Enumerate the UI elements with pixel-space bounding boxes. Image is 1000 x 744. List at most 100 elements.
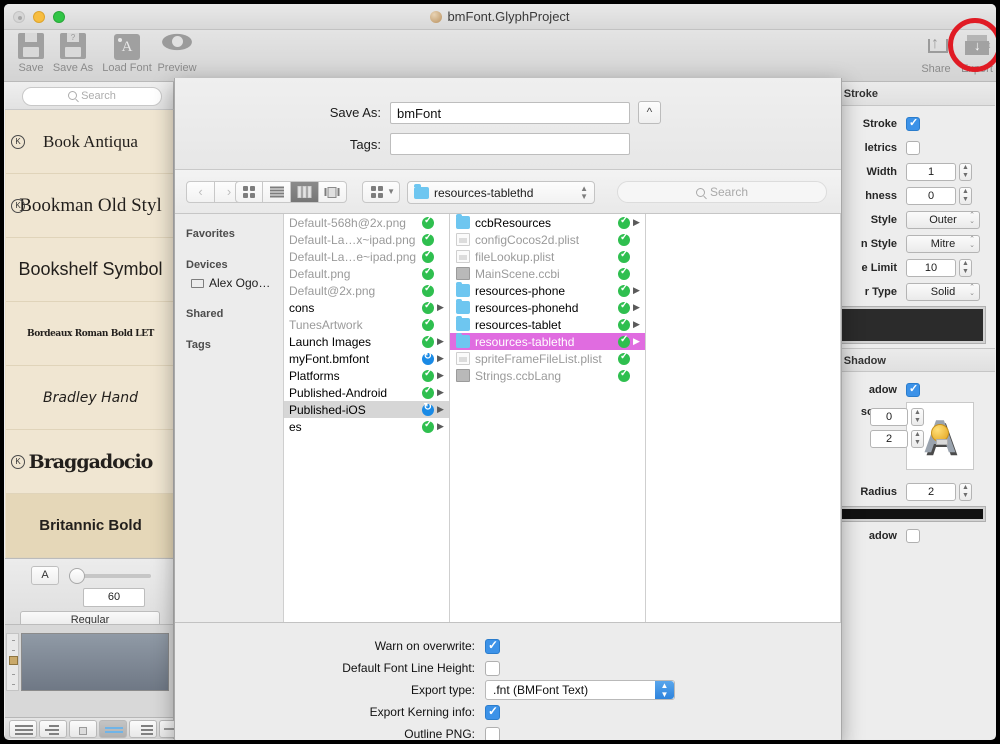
- shadow-offset-x-stepper[interactable]: ▲ ▼: [911, 408, 924, 426]
- shadow-offset-x-input[interactable]: 0: [870, 408, 908, 426]
- sync-status-badge-icon: [618, 334, 630, 348]
- column-view-button[interactable]: [291, 181, 319, 203]
- stroke-thickness-stepper[interactable]: ▲ ▼: [959, 187, 972, 205]
- list-view-button[interactable]: [263, 181, 291, 203]
- file-row[interactable]: resources-tablethd ▶: [450, 333, 645, 350]
- file-row[interactable]: Platforms ▶: [284, 367, 449, 384]
- folder-icon: [456, 333, 470, 348]
- export-highlight-annotation: [948, 18, 996, 72]
- file-row[interactable]: TunesArtwork: [284, 316, 449, 333]
- stroke-width-stepper[interactable]: ▲ ▼: [959, 163, 972, 181]
- file-row[interactable]: Published-iOS ▶: [284, 401, 449, 418]
- tags-input[interactable]: [390, 133, 630, 155]
- list-item[interactable]: Bookshelf Symbol: [6, 238, 173, 302]
- chevron-up-icon[interactable]: ^: [638, 101, 661, 124]
- file-row[interactable]: es ▶: [284, 418, 449, 435]
- view-mode-list-button[interactable]: [129, 720, 157, 738]
- font-size-a-button[interactable]: A: [31, 566, 59, 585]
- file-row[interactable]: resources-tablet ▶: [450, 316, 645, 333]
- list-item[interactable]: K Braggadocio: [6, 430, 173, 494]
- mitre-limit-stepper[interactable]: ▲ ▼: [959, 259, 972, 277]
- color-type-popup[interactable]: Solid: [906, 283, 980, 301]
- shadow-color-well[interactable]: [839, 506, 986, 522]
- file-row[interactable]: Default-La…x~ipad.png: [284, 231, 449, 248]
- group-by-button[interactable]: ▼: [362, 181, 400, 203]
- stroke-enable-checkbox[interactable]: [906, 116, 920, 131]
- file-row[interactable]: ccbResources ▶: [450, 214, 645, 231]
- file-row[interactable]: cons ▶: [284, 299, 449, 316]
- export-type-row: Export type: .fnt (BMFont Text) ▲ ▼: [175, 679, 841, 701]
- stroke-metrics-checkbox[interactable]: [906, 141, 920, 155]
- color-type-row: r Type Solid: [826, 280, 995, 304]
- stroke-style-popup[interactable]: Outer: [906, 211, 980, 229]
- file-row[interactable]: fileLookup.plist: [450, 248, 645, 265]
- dialog-search-placeholder: Search: [709, 185, 749, 199]
- list-item[interactable]: K Bookman Old Styl: [6, 174, 173, 238]
- list-item[interactable]: Bordeaux Roman Bold LET: [6, 302, 173, 366]
- back-button[interactable]: ‹: [186, 181, 215, 203]
- save-as-label: Save As:: [329, 105, 381, 120]
- path-popup-button[interactable]: resources-tablethd ▲ ▼: [407, 181, 595, 204]
- join-style-popup[interactable]: Mitre: [906, 235, 980, 253]
- coverflow-view-button[interactable]: [319, 181, 347, 203]
- stroke-style-row: Style Outer: [826, 208, 995, 232]
- shadow-radius-input[interactable]: 2: [906, 483, 956, 501]
- list-item[interactable]: K Book Antiqua: [6, 110, 173, 174]
- view-mode-lines-button[interactable]: [9, 720, 37, 738]
- toolbar-preview-button[interactable]: Preview: [152, 33, 202, 74]
- toolbar-save-as-button[interactable]: Save As: [48, 33, 98, 74]
- browser-sidebar: Favorites Devices Alex Ogo… Shared Tags: [175, 214, 284, 622]
- mitre-limit-input[interactable]: 10: [906, 259, 956, 277]
- file-row[interactable]: spriteFrameFileList.plist: [450, 350, 645, 367]
- dialog-search-input[interactable]: Search: [617, 181, 827, 203]
- file-column-3[interactable]: [646, 214, 841, 622]
- file-row[interactable]: Strings.ccbLang: [450, 367, 645, 384]
- file-row[interactable]: Default-La…e~ipad.png: [284, 248, 449, 265]
- file-row[interactable]: configCocos2d.plist: [450, 231, 645, 248]
- shadow-radius-stepper[interactable]: ▲ ▼: [959, 483, 972, 501]
- sync-status-badge-icon: [422, 215, 434, 229]
- view-mode-split-button[interactable]: [69, 720, 97, 738]
- export-kerning-checkbox[interactable]: [485, 704, 500, 720]
- preview-canvas[interactable]: [21, 633, 169, 691]
- file-row[interactable]: resources-phonehd ▶: [450, 299, 645, 316]
- shadow-offset-y-stepper[interactable]: ▲ ▼: [911, 430, 924, 448]
- file-row[interactable]: Launch Images ▶: [284, 333, 449, 350]
- file-row[interactable]: MainScene.ccbi: [450, 265, 645, 282]
- font-size-slider-knob[interactable]: [69, 568, 85, 584]
- view-mode-rows-button[interactable]: [99, 720, 127, 738]
- toolbar: Save Save As A Load Font Preview Share e…: [4, 29, 996, 82]
- file-row[interactable]: resources-phone ▶: [450, 282, 645, 299]
- save-as-input[interactable]: bmFont: [390, 101, 630, 124]
- file-row[interactable]: Default-568h@2x.png: [284, 214, 449, 231]
- shadow-offset-y-input[interactable]: 2: [870, 430, 908, 448]
- save-dialog-navbar: ‹ › ▼ resources-tablethd ▲ ▼ Search: [175, 170, 841, 214]
- file-name: spriteFrameFileList.plist: [475, 351, 602, 366]
- file-column-2[interactable]: ccbResources ▶ configCocos2d.plist fileLook…: [450, 214, 646, 622]
- inner-shadow-checkbox[interactable]: [906, 529, 920, 543]
- document-icon: [456, 267, 470, 280]
- file-column-1[interactable]: Default-568h@2x.png Default-La…x~ipad.png…: [284, 214, 450, 622]
- file-row[interactable]: Published-Android ▶: [284, 384, 449, 401]
- stroke-width-input[interactable]: 1: [906, 163, 956, 181]
- sidebar-item-device[interactable]: Alex Ogo…: [175, 274, 283, 292]
- icon-view-button[interactable]: [235, 181, 263, 203]
- view-mode-indent-button[interactable]: [39, 720, 67, 738]
- export-type-select[interactable]: .fnt (BMFont Text) ▲ ▼: [485, 680, 675, 700]
- stroke-color-well[interactable]: [839, 306, 986, 344]
- font-list[interactable]: K Book Antiqua K Bookman Old Styl Booksh…: [6, 110, 173, 558]
- list-item[interactable]: Bradley Hand: [6, 366, 173, 430]
- font-size-input[interactable]: 60: [83, 588, 145, 607]
- file-name: ccbResources: [475, 215, 552, 230]
- file-row[interactable]: myFont.bmfont ▶: [284, 350, 449, 367]
- warn-on-overwrite-checkbox[interactable]: [485, 638, 500, 654]
- outline-png-checkbox[interactable]: [485, 726, 500, 740]
- file-row[interactable]: Default@2x.png: [284, 282, 449, 299]
- toolbar-load-font-button[interactable]: A Load Font: [96, 33, 158, 74]
- file-row[interactable]: Default.png: [284, 265, 449, 282]
- shadow-enable-checkbox[interactable]: [906, 382, 920, 397]
- font-search-input[interactable]: Search: [22, 87, 162, 106]
- default-line-height-checkbox[interactable]: [485, 660, 500, 676]
- stroke-thickness-input[interactable]: 0: [906, 187, 956, 205]
- list-item[interactable]: Britannic Bold: [6, 494, 173, 558]
